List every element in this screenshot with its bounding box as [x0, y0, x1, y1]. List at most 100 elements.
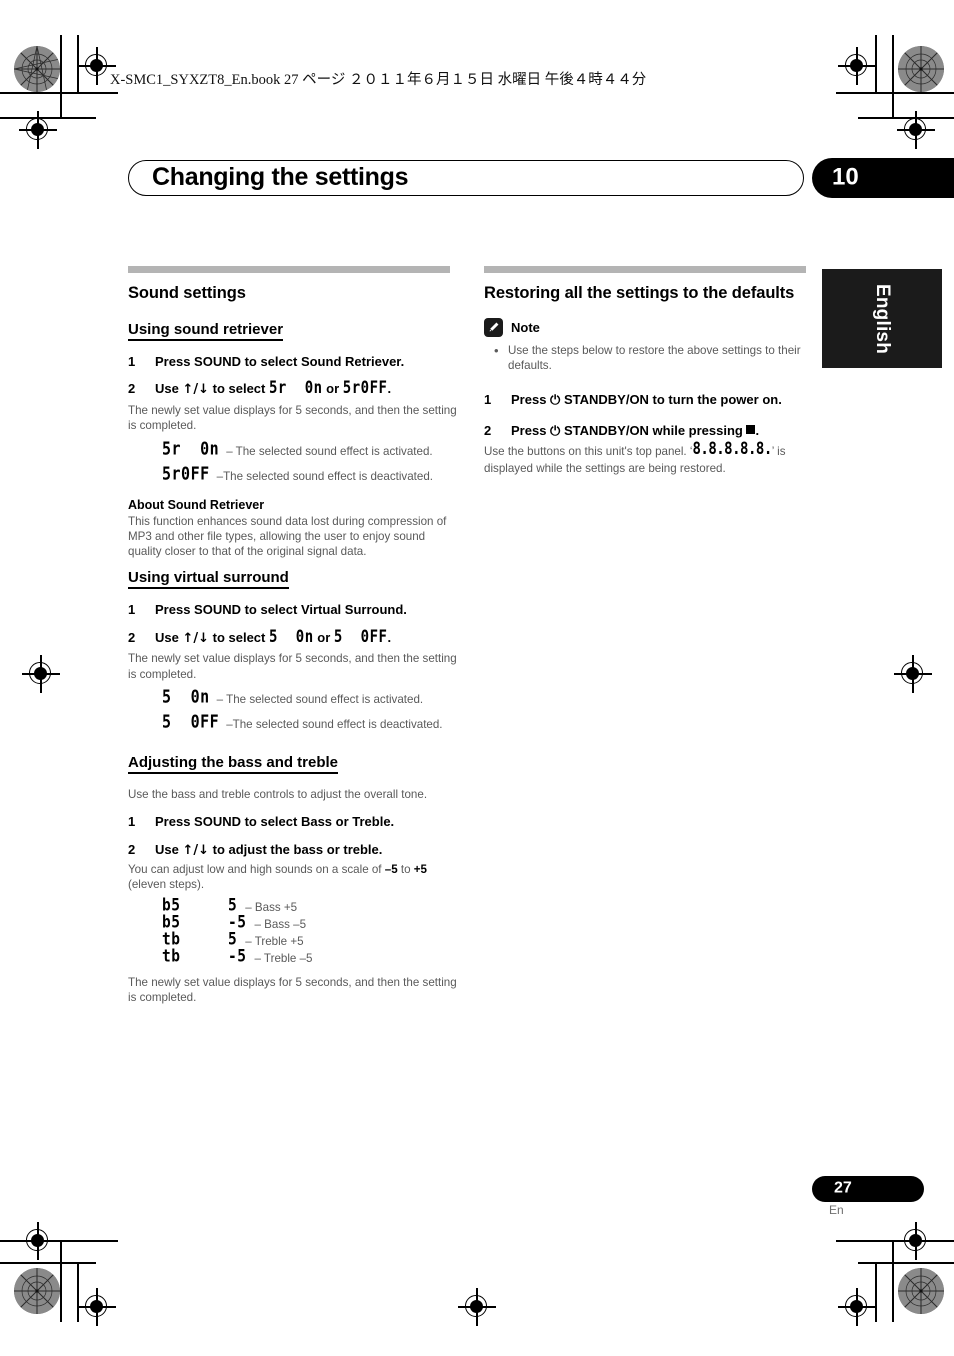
- chapter-number: 10: [832, 163, 859, 191]
- bullet-icon: •: [494, 343, 499, 358]
- registration-target-top-left: [19, 111, 57, 149]
- lcd-value-list: b5 5 – Bass +5 b5 -5 – Bass –5 tb 5 – Tr…: [128, 895, 458, 966]
- power-icon: ⏻: [550, 391, 561, 407]
- lcd-display-value: 5r0FF: [342, 379, 388, 399]
- step-item: 2 Use ↑/↓ to select 5r 0n or 5r0FF.: [128, 379, 458, 400]
- lcd-display-level: -5: [228, 912, 247, 932]
- step-prefix: Use: [155, 841, 183, 857]
- definition-text: – Treble +5: [245, 934, 304, 948]
- page-title: Changing the settings: [152, 162, 409, 191]
- lcd-display-level: 5: [228, 895, 238, 915]
- step-note: Use the buttons on this unit's top panel…: [484, 440, 814, 476]
- step-number: 1: [484, 391, 492, 407]
- section-rule: [128, 266, 450, 273]
- step-prefix: Press: [511, 422, 551, 438]
- power-icon: ⏻: [550, 422, 561, 438]
- step-mid: to adjust the bass or treble.: [209, 841, 383, 857]
- note-bullet-row: • Use the steps below to restore the abo…: [484, 343, 814, 374]
- step-prefix: Press: [511, 391, 551, 407]
- step-prefix: Use: [155, 629, 183, 645]
- step-number: 2: [128, 381, 136, 397]
- step-text: Press SOUND to select Sound Retriever.: [155, 354, 405, 369]
- step-item: 2 Use ↑/↓ to select 5 0n or 5 0FF.: [128, 627, 458, 649]
- scale-max: +5: [413, 863, 427, 877]
- registration-starburst-top-left: [14, 46, 60, 92]
- book-file-header: X-SMC1_SYXZT8_En.book 27 ページ ２０１１年６月１５日 …: [110, 72, 647, 88]
- chapter-title-pill: Changing the settings: [128, 160, 804, 196]
- step-mid: to select: [209, 629, 269, 645]
- subsection-adjusting-bass-treble: Adjusting the bass and treble Use the ba…: [128, 754, 458, 1005]
- document-page: X-SMC1_SYXZT8_En.book 27 ページ ２０１１年６月１５日 …: [0, 0, 954, 1356]
- definition-row: 5 0FF –The selected sound effect is deac…: [128, 711, 458, 732]
- scale-post: (eleven steps).: [128, 878, 205, 892]
- lcd-display-value: 5r0FF: [162, 462, 210, 484]
- step-body: STANDBY/ON to turn the power on.: [560, 391, 782, 407]
- step-text: Use ↑/↓ to select 5 0n or 5 0FF.: [155, 627, 458, 649]
- step-item: 1 Press SOUND to select Sound Retriever.: [128, 354, 458, 370]
- lcd-display-value: 5 0n: [162, 685, 210, 708]
- registration-target-bottom-center: [458, 1288, 496, 1326]
- closing-note: The newly set value displays for 5 secon…: [128, 975, 457, 1005]
- step-end: .: [387, 629, 392, 645]
- subsection-heading: Adjusting the bass and treble: [128, 754, 339, 775]
- definition-row: 5 0n – The selected sound effect is acti…: [128, 685, 458, 708]
- up-down-arrow-icon: ↑/↓: [182, 382, 210, 398]
- registration-target-bottom-left-upper: [78, 1288, 116, 1326]
- scale-min: –5: [384, 863, 398, 877]
- list-item: tb -5 – Treble –5: [128, 946, 458, 966]
- step-note: The newly set value displays for 5 secon…: [128, 652, 457, 681]
- definition-text: – The selected sound effect is activated…: [226, 444, 433, 458]
- registration-starburst-top-right: [898, 46, 944, 92]
- lcd-display-code: tb: [162, 946, 181, 966]
- lcd-display-level: 5: [228, 929, 238, 949]
- step-note: The newly set value displays for 5 secon…: [128, 404, 457, 433]
- step-text: Press ⏻ STANDBY/ON to turn the power on.: [511, 392, 814, 408]
- step-item: 2 Use ↑/↓ to adjust the bass or treble.: [128, 842, 458, 859]
- pencil-note-icon: [484, 318, 503, 337]
- up-down-arrow-icon: ↑/↓: [182, 842, 210, 858]
- registration-target-top-right-lower: [838, 47, 876, 85]
- step-or: or: [313, 629, 334, 645]
- step-text: Use ↑/↓ to select 5r 0n or 5r0FF.: [155, 379, 458, 400]
- right-column: Restoring all the settings to the defaul…: [484, 266, 814, 486]
- step-number: 2: [128, 841, 136, 857]
- lcd-display-value: 5r 0n: [268, 379, 323, 399]
- scale-mid: to: [397, 863, 414, 877]
- lcd-display-code: b5: [162, 895, 181, 915]
- step-mid: to select: [209, 381, 269, 397]
- chapter-number-badge: 10: [812, 158, 954, 198]
- definition-text: –The selected sound effect is deactivate…: [216, 469, 433, 483]
- registration-target-mid-left: [22, 655, 60, 693]
- lcd-display-value: 5 0FF: [333, 627, 388, 647]
- definition-row: 5r 0n – The selected sound effect is act…: [128, 437, 458, 458]
- body-text: This function enhances sound data lost d…: [128, 514, 447, 559]
- subsection-heading: Using virtual surround: [128, 569, 289, 590]
- note-label: Note: [511, 320, 540, 335]
- step-text: Use ↑/↓ to adjust the bass or treble.: [155, 842, 458, 859]
- step-item: 1 Press SOUND to select Bass or Treble.: [128, 814, 458, 830]
- language-tab: English: [822, 269, 942, 368]
- definition-row: 5r0FF –The selected sound effect is deac…: [128, 462, 458, 483]
- lcd-display-value: 5 0n: [268, 627, 314, 647]
- step-number: 2: [484, 422, 492, 438]
- registration-target-mid-right: [894, 655, 932, 693]
- step-prefix: Use: [155, 381, 183, 397]
- definition-text: – Bass +5: [245, 900, 298, 914]
- minor-heading: About Sound Retriever: [128, 497, 265, 512]
- step-text: Press SOUND to select Virtual Surround.: [155, 602, 407, 618]
- page-language-code: En: [829, 1203, 844, 1217]
- step-or: or: [322, 381, 343, 397]
- registration-target-bottom-right-upper: [838, 1288, 876, 1326]
- step-item: 2 Press ⏻ STANDBY/ON while pressing .: [484, 423, 814, 439]
- subsection-using-virtual-surround: Using virtual surround 1 Press SOUND to …: [128, 569, 458, 732]
- lcd-display-code: tb: [162, 929, 181, 949]
- step-item: 1 Press ⏻ STANDBY/ON to turn the power o…: [484, 392, 814, 408]
- note-text: Use the steps below to restore the above…: [508, 344, 801, 373]
- section-heading-sound-settings: Sound settings: [128, 284, 246, 302]
- registration-starburst-bottom-left: [14, 1268, 60, 1314]
- step-body: STANDBY/ON while pressing: [560, 422, 747, 438]
- registration-starburst-bottom-right: [898, 1268, 944, 1314]
- note-header: Note: [484, 318, 814, 337]
- step-number: 1: [128, 814, 136, 830]
- registration-target-bottom-right: [897, 1222, 935, 1260]
